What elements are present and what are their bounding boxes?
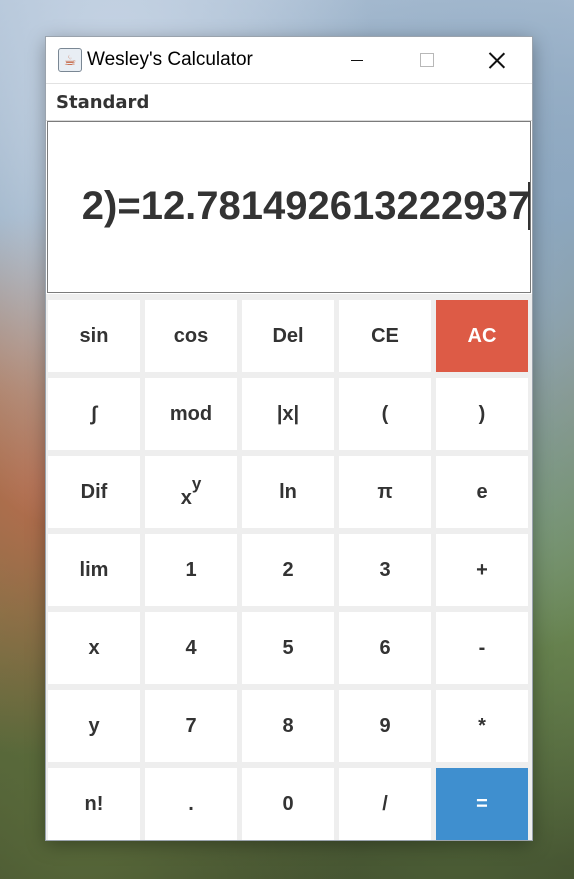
sin-button[interactable]: sin: [48, 300, 140, 372]
mod-button[interactable]: mod: [145, 378, 237, 450]
digit-0-button[interactable]: 0: [242, 768, 334, 840]
digit-5-button[interactable]: 5: [242, 612, 334, 684]
multiply-button[interactable]: *: [436, 690, 528, 762]
title-bar[interactable]: ☕ Wesley's Calculator: [46, 37, 532, 83]
variable-y-button[interactable]: y: [48, 690, 140, 762]
menu-bar: Standard: [46, 83, 532, 121]
power-base-label: x: [180, 486, 192, 509]
all-clear-button[interactable]: AC: [436, 300, 528, 372]
factorial-button[interactable]: n!: [48, 768, 140, 840]
open-paren-button[interactable]: (: [339, 378, 431, 450]
pi-button[interactable]: π: [339, 456, 431, 528]
maximize-button[interactable]: [392, 37, 462, 83]
clear-entry-button[interactable]: CE: [339, 300, 431, 372]
limit-button[interactable]: lim: [48, 534, 140, 606]
digit-8-button[interactable]: 8: [242, 690, 334, 762]
divide-button[interactable]: /: [339, 768, 431, 840]
variable-x-button[interactable]: x: [48, 612, 140, 684]
power-exponent-label: y: [191, 474, 202, 493]
equals-button[interactable]: =: [436, 768, 528, 840]
digit-4-button[interactable]: 4: [145, 612, 237, 684]
calculator-window: ☕ Wesley's Calculator Standard 2)=12.781…: [46, 37, 532, 840]
integral-button[interactable]: ∫: [48, 378, 140, 450]
display-text: 2)=12.781492613222937: [81, 184, 530, 228]
window-title: Wesley's Calculator: [87, 49, 253, 70]
digit-9-button[interactable]: 9: [339, 690, 431, 762]
delete-button[interactable]: Del: [242, 300, 334, 372]
minimize-button[interactable]: [322, 37, 392, 83]
digit-1-button[interactable]: 1: [145, 534, 237, 606]
calculator-display: 2)=12.781492613222937: [47, 121, 531, 293]
minimize-icon: [351, 59, 363, 61]
maximize-icon: [420, 53, 434, 67]
power-button[interactable]: xy: [145, 456, 237, 528]
minus-button[interactable]: -: [436, 612, 528, 684]
text-caret: [528, 182, 530, 230]
close-icon: [489, 52, 505, 68]
absolute-value-button[interactable]: |x|: [242, 378, 334, 450]
digit-2-button[interactable]: 2: [242, 534, 334, 606]
close-paren-button[interactable]: ): [436, 378, 528, 450]
decimal-point-button[interactable]: .: [145, 768, 237, 840]
digit-3-button[interactable]: 3: [339, 534, 431, 606]
java-cup-icon: ☕: [58, 48, 82, 72]
digit-6-button[interactable]: 6: [339, 612, 431, 684]
cos-button[interactable]: cos: [145, 300, 237, 372]
e-button[interactable]: e: [436, 456, 528, 528]
ln-button[interactable]: ln: [242, 456, 334, 528]
close-button[interactable]: [462, 37, 532, 83]
keypad: sin cos Del CE AC ∫ mod |x|() Dif x y ln π e lim 1 2 3 + x 4…: [46, 294, 532, 840]
differentiate-button[interactable]: Dif: [48, 456, 140, 528]
digit-7-button[interactable]: 7: [145, 690, 237, 762]
menu-standard[interactable]: Standard: [56, 92, 149, 113]
plus-button[interactable]: +: [436, 534, 528, 606]
